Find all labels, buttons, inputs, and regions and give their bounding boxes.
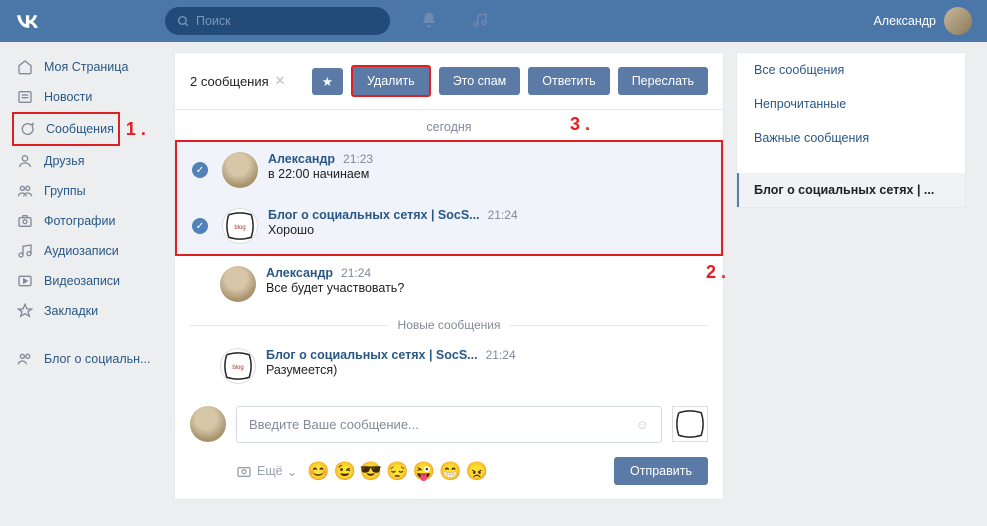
message-author[interactable]: Александр (266, 266, 333, 280)
message-row[interactable]: ✓ blog Блог о социальных сетях | SocS...… (175, 338, 723, 394)
svg-text:blog: blog (234, 225, 245, 231)
selected-messages-box: ✓ Александр 21:23 в 22:00 начинаем ✓ blog… (175, 140, 723, 256)
new-messages-divider: Новые сообщения (175, 312, 723, 338)
nav-audio[interactable]: Аудиозаписи (12, 236, 162, 266)
video-icon (16, 272, 34, 290)
audio-icon (16, 242, 34, 260)
vk-logo[interactable] (10, 8, 165, 34)
message-text: в 22:00 начинаем (268, 167, 706, 181)
emoji-icon[interactable]: 😁 (439, 461, 461, 482)
nav-friends[interactable]: Друзья (12, 146, 162, 176)
date-separator: сегодня (175, 110, 723, 140)
music-icon[interactable] (472, 11, 488, 32)
message-time: 21:24 (486, 348, 516, 362)
message-time: 21:24 (488, 208, 518, 222)
my-avatar[interactable] (190, 406, 226, 442)
message-row[interactable]: ✓ blog Блог о социальных сетях | SocS...… (177, 198, 721, 254)
annotation-1: 1 . (126, 119, 146, 140)
nav-bookmarks[interactable]: Закладки (12, 296, 162, 326)
spam-button[interactable]: Это спам (439, 67, 521, 95)
annotation-3: 3 . (570, 114, 590, 135)
message-time: 21:23 (343, 152, 373, 166)
header-user-name: Александр (873, 14, 936, 28)
news-icon (16, 88, 34, 106)
svg-text:blog: blog (232, 365, 243, 371)
chevron-down-icon: ⌄ (287, 464, 297, 479)
emoji-row: 😊 😉 😎 😔 😜 😁 😠 (307, 461, 488, 482)
compose-input[interactable]: Введите Ваше сообщение... ☺ (236, 406, 662, 443)
conversation-panel: 2 сообщения ✕ ★ Удалить Это спам Ответит… (174, 52, 724, 500)
emoji-icon[interactable]: 😠 (466, 461, 488, 482)
home-icon (16, 58, 34, 76)
message-text: Все будет участвовать? (266, 281, 708, 295)
selection-toolbar: 2 сообщения ✕ ★ Удалить Это спам Ответит… (175, 53, 723, 110)
message-author[interactable]: Блог о социальных сетях | SocS... (268, 208, 480, 222)
nav-groups[interactable]: Группы (12, 176, 162, 206)
check-icon[interactable]: ✓ (192, 162, 208, 178)
nav-messages[interactable]: Сообщения (12, 112, 120, 146)
check-icon[interactable]: ✓ (192, 218, 208, 234)
avatar[interactable] (222, 152, 258, 188)
clear-selection-icon[interactable]: ✕ (275, 73, 286, 89)
message-row[interactable]: ✓ Александр21:24 Все будет участвовать? (175, 256, 723, 312)
forward-button[interactable]: Переслать (618, 67, 708, 95)
friends-icon (16, 152, 34, 170)
message-author[interactable]: Александр (268, 152, 335, 166)
star-icon (16, 302, 34, 320)
avatar[interactable]: blog (220, 348, 256, 384)
avatar[interactable]: blog (222, 208, 258, 244)
emoji-icon[interactable]: 😜 (413, 461, 435, 482)
message-author[interactable]: Блог о социальных сетях | SocS... (266, 348, 478, 362)
nav-my-page[interactable]: Моя Страница (12, 52, 162, 82)
filters-panel: Все сообщения Непрочитанные Важные сообщ… (736, 52, 966, 208)
peer-avatar[interactable] (672, 406, 708, 442)
message-text: Хорошо (268, 223, 706, 237)
message-time: 21:24 (341, 266, 371, 280)
attach-button[interactable]: Ещё ⌄ (235, 463, 297, 479)
camera-icon (16, 212, 34, 230)
message-row[interactable]: ✓ Александр 21:23 в 22:00 начинаем (177, 142, 721, 198)
emoji-icon[interactable]: 😎 (360, 461, 382, 482)
emoji-icon[interactable]: 😉 (333, 461, 355, 482)
compose-row: Введите Ваше сообщение... ☺ (175, 394, 723, 449)
filter-active-chat[interactable]: Блог о социальных сетях | ... (737, 173, 965, 207)
header-search[interactable] (165, 7, 390, 35)
search-input[interactable] (196, 14, 378, 28)
sidebar-nav: Моя Страница Новости Сообщения 1 . Друзья… (12, 52, 162, 374)
messages-icon (18, 120, 36, 138)
avatar[interactable] (220, 266, 256, 302)
compose-toolbar: Ещё ⌄ 😊 😉 😎 😔 😜 😁 😠 Отправить (175, 449, 723, 499)
nav-photos[interactable]: Фотографии (12, 206, 162, 236)
header-avatar (944, 7, 972, 35)
nav-group-blog[interactable]: Блог о социальн... (12, 344, 162, 374)
annotation-2: 2 . (706, 262, 726, 283)
group-item-icon (16, 350, 34, 368)
message-text: Разумеется) (266, 363, 708, 377)
emoji-picker-icon[interactable]: ☺ (636, 417, 649, 432)
notifications-icon[interactable] (420, 11, 438, 32)
favorite-button[interactable]: ★ (312, 68, 343, 95)
header-user[interactable]: Александр (873, 7, 977, 35)
filter-all[interactable]: Все сообщения (737, 53, 965, 87)
send-button[interactable]: Отправить (614, 457, 708, 485)
header-icons (420, 11, 488, 32)
emoji-icon[interactable]: 😊 (307, 461, 329, 482)
filter-unread[interactable]: Непрочитанные (737, 87, 965, 121)
delete-button[interactable]: Удалить (351, 65, 431, 97)
filter-important[interactable]: Важные сообщения (737, 121, 965, 155)
emoji-icon[interactable]: 😔 (386, 461, 408, 482)
nav-video[interactable]: Видеозаписи (12, 266, 162, 296)
groups-icon (16, 182, 34, 200)
reply-button[interactable]: Ответить (528, 67, 609, 95)
selection-count: 2 сообщения ✕ (190, 73, 304, 89)
app-header: Александр (0, 0, 987, 42)
nav-news[interactable]: Новости (12, 82, 162, 112)
